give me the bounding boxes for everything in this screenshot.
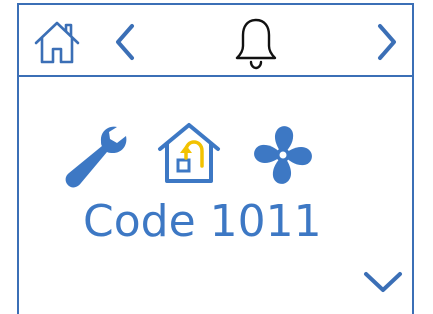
chevron-right-icon[interactable] <box>375 23 399 61</box>
top-navigation-bar <box>19 5 412 77</box>
home-icon[interactable] <box>33 19 81 65</box>
error-code-label: Code 1011 <box>83 196 322 247</box>
chevron-down-icon[interactable] <box>362 268 404 296</box>
display-screen: Code 1011 <box>17 3 414 314</box>
wrench-icon <box>65 126 127 188</box>
chevron-left-icon[interactable] <box>113 23 137 61</box>
bell-icon[interactable] <box>234 16 278 70</box>
house-return-icon <box>158 123 220 183</box>
fan-icon <box>254 126 312 184</box>
